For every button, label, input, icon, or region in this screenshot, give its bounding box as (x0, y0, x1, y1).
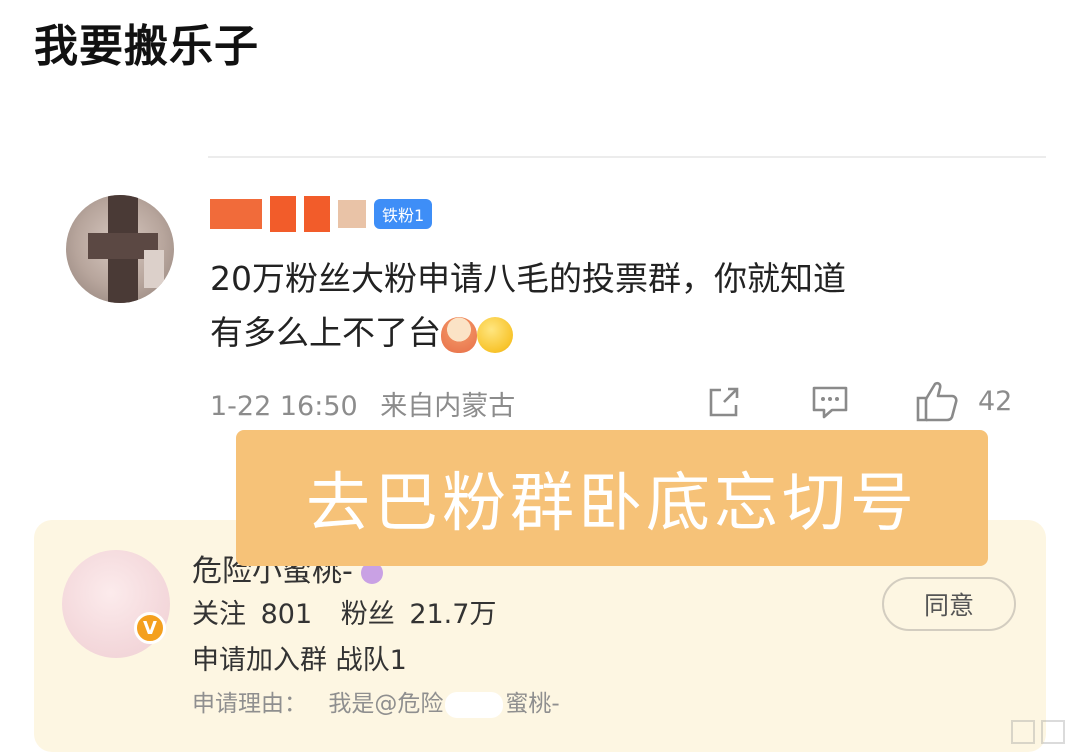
share-icon[interactable] (704, 382, 744, 422)
comment-line-2: 有多么上不了台 (210, 306, 1020, 360)
follow-count: 801 (260, 599, 313, 630)
vip-badge-icon: V (134, 612, 166, 644)
agree-button[interactable]: 同意 (882, 577, 1016, 631)
redacted-name-block (210, 199, 262, 229)
reason-suffix: 蜜桃- (505, 691, 560, 717)
reason-label: 申请理由： (192, 691, 307, 717)
redacted-name-block (304, 196, 330, 232)
comment-date: 1-22 16:50 (210, 391, 358, 422)
caption-overlay: 去巴粉群卧底忘切号 (236, 430, 988, 566)
avatar-mosaic (144, 250, 164, 288)
comment-meta: 1-22 16:50 来自内蒙古 (210, 384, 515, 423)
commenter-avatar[interactable] (66, 195, 174, 303)
like-count: 42 (978, 386, 1013, 417)
request-reason: 申请理由： 我是@危险 蜜桃- (192, 684, 560, 718)
smirk-emoji-icon (477, 316, 513, 353)
redacted-name-block (338, 200, 366, 228)
fan-level-badge: 铁粉1 (374, 199, 433, 229)
reason-prefix: 我是@危险 (328, 691, 444, 717)
commenter-username[interactable]: 铁粉1 (210, 190, 433, 238)
comment-text: 20万粉丝大粉申请八毛的投票群，你就知道 有多么上不了台 (210, 252, 1020, 360)
bowl-emoji-icon (441, 316, 477, 353)
requester-stats: 关注 801 粉丝 21.7万 (192, 592, 496, 631)
comment-line-2-text: 有多么上不了台 (210, 313, 441, 352)
redacted-blur (445, 691, 504, 718)
fans-label: 粉丝 (340, 599, 395, 630)
divider (208, 156, 1046, 158)
request-text: 申请加入群 战队1 (192, 645, 407, 676)
comment-line-1: 20万粉丝大粉申请八毛的投票群，你就知道 (210, 259, 846, 298)
comment-location: 来自内蒙古 (380, 391, 516, 422)
watermark-icon (1011, 720, 1065, 744)
redacted-name-block (270, 196, 296, 232)
comment-icon[interactable] (810, 382, 850, 422)
page-title: 我要搬乐子 (34, 21, 259, 72)
follow-label: 关注 (192, 599, 246, 630)
like-icon[interactable] (914, 378, 960, 424)
fans-count: 21.7万 (409, 599, 497, 630)
